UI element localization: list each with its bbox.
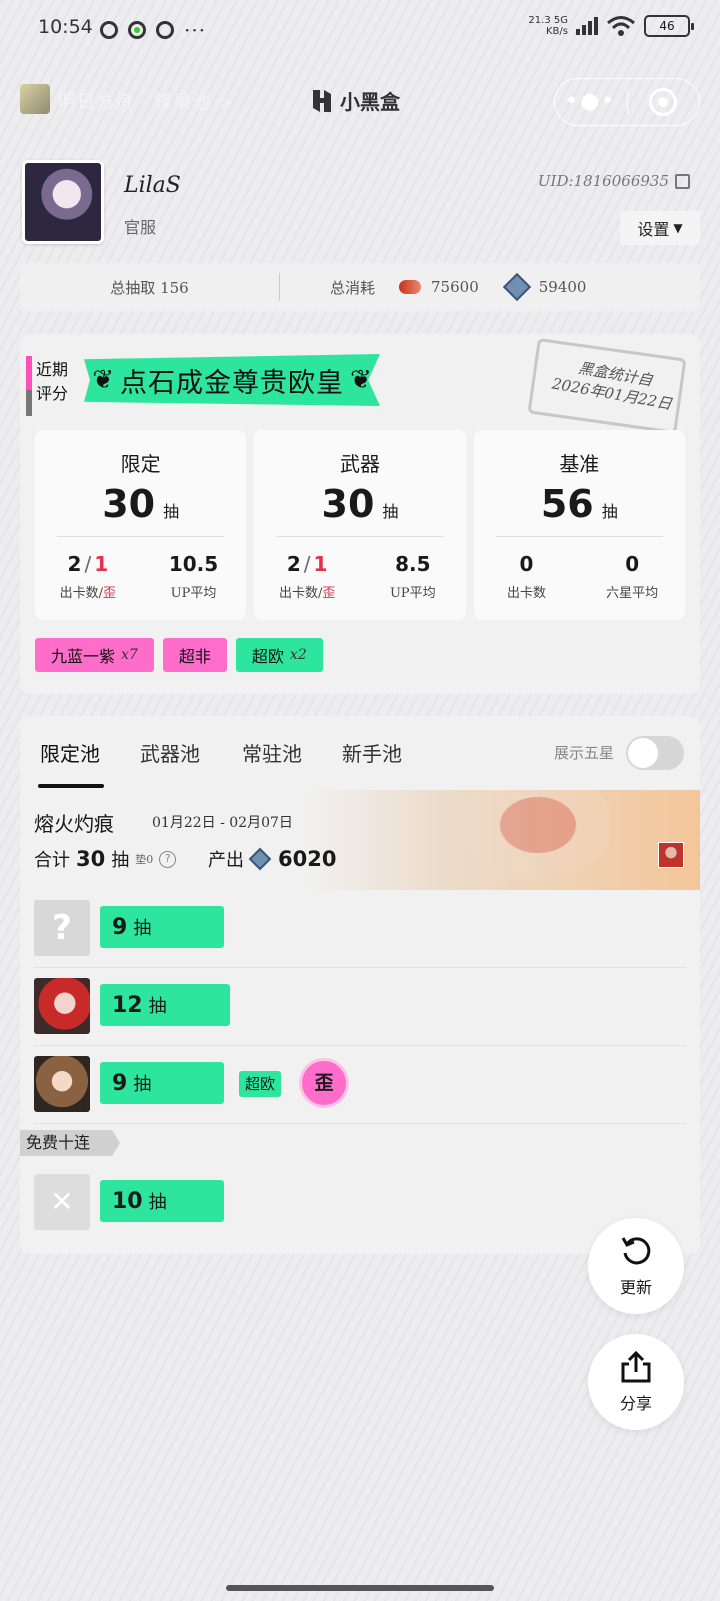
wifi-icon	[607, 16, 635, 36]
pull-row: ✕ 10 抽	[20, 1164, 700, 1242]
share-button[interactable]: 分享	[588, 1334, 684, 1430]
xiaoheihe-logo-icon	[313, 89, 331, 112]
brand-name: 小黑盒	[340, 90, 400, 114]
pull-count-bar: 10 抽	[100, 1180, 224, 1222]
empty-operator-icon: ✕	[34, 1174, 90, 1230]
refresh-icon	[621, 1237, 651, 1265]
originite-prime-icon	[248, 847, 272, 871]
pool-banner[interactable]: 熔火灼痕 01月22日 - 02月07日 合计 30 抽 垫0 ? 产出 602…	[20, 790, 700, 890]
uid-row: UID:1816066935	[538, 172, 690, 190]
recent-rating-label: 近期 评分	[26, 356, 68, 416]
banner-name: 熔火灼痕	[34, 812, 114, 836]
home-indicator[interactable]	[226, 1585, 494, 1591]
super-lucky-tag: 超欧	[239, 1071, 282, 1097]
pity-count: 垫0	[135, 853, 154, 866]
pull-row: 12 抽	[20, 968, 700, 1046]
status-system-icons: 21.3 5G KB/s 46	[528, 14, 694, 38]
stat-limited: 限定 30 抽 2/1 出卡数/歪 10.5 UP平均	[35, 430, 247, 620]
banner-total: 合计 30 抽 垫0 ?	[34, 846, 177, 872]
signal-icon	[576, 17, 598, 35]
originite-amount: 59400	[538, 278, 587, 296]
orundum-icon	[399, 280, 422, 294]
total-consumption-label: 总消耗	[330, 278, 376, 297]
status-time: 10:54	[38, 16, 93, 38]
tab-weapon-pool[interactable]: 武器池	[140, 738, 200, 767]
laurel-left-icon: ❦	[92, 365, 114, 395]
tag-nine-blue-one-purple: 九蓝一紫 x7	[35, 638, 154, 672]
total-pulls: 总抽取 156	[110, 278, 189, 297]
mini-program-capsule: •●•	[554, 78, 700, 126]
unknown-operator-avatar: ?	[34, 900, 90, 956]
tag-super-unlucky: 超非	[162, 638, 227, 672]
profile-server: 官服	[124, 218, 157, 237]
pull-row: 9抽 超欧 歪	[20, 1046, 700, 1124]
pull-count-bar: 9抽	[100, 906, 224, 948]
status-bar: 10:54 ··· 21.3 5G KB/s 46	[0, 0, 720, 60]
uid-text: UID:1816066935	[537, 172, 669, 190]
recent-rating-card: 近期 评分 ❦ 点石成金尊贵欧皇 ❦ 黑盒统计自 2026年01月22日 限定 3…	[20, 334, 700, 694]
mini-program-nav-bar: 明日方舟 · 锋录池 > 小黑盒 •●•	[0, 72, 720, 128]
network-speed: 21.3 5G KB/s	[528, 15, 568, 37]
app-notification-icon	[100, 21, 118, 39]
pool-history-card: 限定池 武器池 常驻池 新手池 展示五星 熔火灼痕 01月22日 - 02月07…	[20, 716, 700, 1254]
copy-icon[interactable]	[675, 173, 690, 189]
battery-icon: 46	[644, 15, 694, 37]
banner-character-art	[450, 790, 610, 890]
show-five-star-label: 展示五星	[553, 744, 614, 762]
pool-stats: 限定 30抽 2/1 出卡数/歪 10.5 UP平均 武器 30抽 2/1	[35, 430, 685, 620]
settings-button[interactable]: 设置 ▼	[620, 211, 700, 245]
tag-row: 九蓝一紫 x7 超非 超欧 x2	[35, 638, 323, 672]
free-ten-pull-label: 免费十连	[20, 1130, 120, 1156]
status-notification-icons: ···	[100, 18, 207, 42]
brand: 小黑盒	[310, 86, 400, 115]
banner-operator-thumbnail	[658, 842, 684, 868]
laurel-right-icon: ❦	[350, 365, 372, 395]
rating-title: 点石成金尊贵欧皇	[120, 367, 344, 399]
share-icon	[621, 1350, 651, 1383]
more-menu-button[interactable]: •●•	[555, 78, 627, 126]
show-five-star-toggle[interactable]	[626, 736, 684, 770]
tag-super-lucky: 超欧 x2	[235, 638, 323, 672]
profile-name: LilaS	[124, 173, 181, 198]
wechat-notification-icon	[128, 21, 146, 39]
music-notification-icon	[156, 21, 174, 39]
target-icon	[649, 88, 678, 116]
orundum-amount: 75600	[431, 278, 479, 296]
off-banner-badge: 歪	[302, 1061, 346, 1105]
banner-date: 01月22日 - 02月07日	[152, 815, 293, 831]
banner-output: 产出 6020	[208, 847, 337, 871]
originite-prime-icon	[502, 272, 531, 302]
game-avatar[interactable]	[20, 84, 50, 114]
stat-standard: 基准 56 抽 0 出卡数 0 六星平均	[473, 430, 685, 620]
tab-limited-pool[interactable]: 限定池	[40, 738, 100, 767]
pull-count-bar: 9抽	[100, 1062, 224, 1104]
profile-avatar[interactable]	[22, 160, 104, 244]
close-mini-program-button[interactable]	[628, 88, 700, 116]
rating-banner: ❦ 点石成金尊贵欧皇 ❦	[84, 354, 380, 406]
more-notifications-icon: ···	[184, 18, 207, 42]
tab-active-indicator	[38, 784, 104, 788]
caret-down-icon: ▼	[673, 221, 683, 235]
help-icon[interactable]: ?	[159, 850, 177, 868]
pool-tabs: 限定池 武器池 常驻池 新手池 展示五星	[20, 716, 700, 792]
totals-bar: 总抽取 156 总消耗 75600 59400	[20, 263, 700, 311]
refresh-button[interactable]: 更新	[588, 1218, 684, 1314]
total-consumption: 总消耗 75600 59400	[280, 272, 700, 302]
tab-beginner-pool[interactable]: 新手池	[342, 738, 402, 767]
tab-standard-pool[interactable]: 常驻池	[242, 738, 302, 767]
pull-count-bar: 12 抽	[100, 984, 230, 1026]
pull-row: ? 9抽	[20, 890, 700, 968]
stat-weapon: 武器 30 抽 2/1 出卡数/歪 8.5 UP平均	[254, 430, 466, 620]
operator-avatar[interactable]	[34, 1056, 90, 1112]
operator-avatar[interactable]	[34, 978, 90, 1034]
game-pool-title[interactable]: 明日方舟 · 锋录池 >	[58, 88, 234, 114]
